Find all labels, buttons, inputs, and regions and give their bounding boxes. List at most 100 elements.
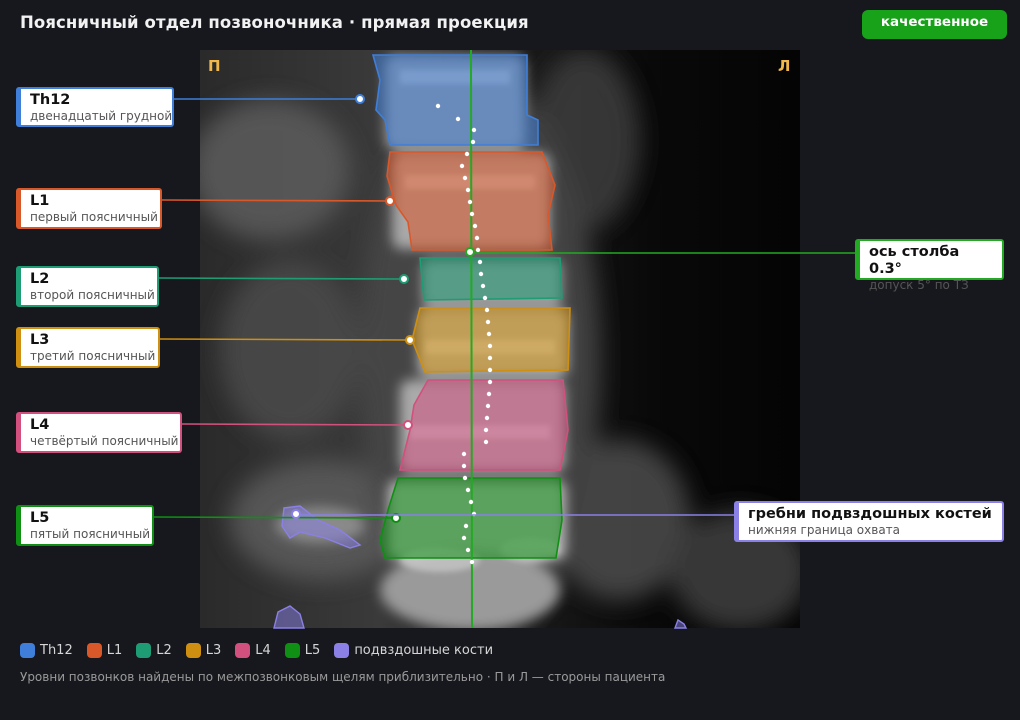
centerline-dot <box>462 475 468 481</box>
callout-l1[interactable]: L1 первый поясничный <box>16 188 162 229</box>
centerline-dot <box>465 547 471 553</box>
centerline-dot <box>486 391 492 397</box>
anchor-dot-l3[interactable] <box>405 335 415 345</box>
callout-th12-title: Th12 <box>30 92 71 108</box>
callout-l4-subtitle: четвёртый поясничный <box>30 434 179 448</box>
legend-item: L2 <box>136 643 172 658</box>
callout-l3-subtitle: третий поясничный <box>30 349 156 363</box>
anchor-dot-th12[interactable] <box>355 94 365 104</box>
legend-swatch <box>334 643 350 658</box>
legend-label: L3 <box>205 643 222 658</box>
centerline-dot <box>461 463 467 469</box>
centerline-dot <box>461 535 467 541</box>
centerline-dot <box>469 559 475 565</box>
callout-l1-title: L1 <box>30 193 50 209</box>
centerline-dot <box>487 355 493 361</box>
legend-item: L5 <box>284 643 321 658</box>
centerline-dot <box>462 175 468 181</box>
centerline-dot <box>486 331 492 337</box>
callout-th12[interactable]: Th12 двенадцатый грудной <box>16 87 174 127</box>
leader-line-l5 <box>153 516 397 519</box>
legend-swatch <box>235 643 251 658</box>
anchor-dot-ilium[interactable] <box>291 509 301 519</box>
leader-line-l4 <box>181 423 409 426</box>
centerline-dot <box>464 151 470 157</box>
callout-l4-title: L4 <box>30 417 50 433</box>
segment-ilium-3[interactable] <box>673 618 688 629</box>
anchor-dot-l4[interactable] <box>403 420 413 430</box>
legend-swatch <box>20 643 35 658</box>
legend-label: подвздошные кости <box>354 643 494 658</box>
centerline-dot <box>485 319 491 325</box>
legend-swatch <box>86 643 102 658</box>
callout-ilium[interactable]: гребни подвздошных костей нижняя граница … <box>734 501 1004 542</box>
legend-label: Th12 <box>40 643 73 658</box>
callout-axis-subtitle: допуск 5° по ТЗ <box>869 278 969 292</box>
leader-line-l1 <box>161 199 391 202</box>
segment-th12[interactable] <box>371 54 539 146</box>
legend-label: L2 <box>156 643 172 658</box>
legend-item: L3 <box>185 643 222 658</box>
leader-line-l3 <box>159 338 411 341</box>
legend-swatch <box>136 643 152 658</box>
segment-l3[interactable] <box>411 307 571 373</box>
callout-l2-subtitle: второй поясничный <box>30 288 155 302</box>
anchor-dot-l1[interactable] <box>385 196 395 206</box>
centerline-dot <box>483 439 489 445</box>
centerline-dot <box>484 307 490 313</box>
legend-item: L4 <box>235 643 271 658</box>
centerline-dot <box>463 523 469 529</box>
centerline-dot <box>467 199 473 205</box>
centerline-dot <box>472 223 478 229</box>
centerline-dot <box>478 271 484 277</box>
centerline-dot <box>475 247 481 253</box>
centerline-dot <box>483 427 489 433</box>
footnote: Уровни позвонков найдены по межпозвонков… <box>20 670 666 684</box>
legend-label: L5 <box>304 643 321 658</box>
legend-label: L1 <box>106 643 123 658</box>
callout-axis-title: ось столба 0.3° <box>869 244 960 277</box>
centerline-dot <box>465 187 471 193</box>
callout-l2-title: L2 <box>30 271 50 287</box>
callout-l1-subtitle: первый поясничный <box>30 210 158 224</box>
centerline-dot <box>465 487 471 493</box>
legend-swatch <box>185 643 201 658</box>
legend-item: Th12 <box>20 643 73 658</box>
callout-l2[interactable]: L2 второй поясничный <box>16 266 159 307</box>
centerline-dot <box>470 139 476 145</box>
centerline-dot <box>485 403 491 409</box>
centerline-dot <box>487 367 493 373</box>
callout-th12-subtitle: двенадцатый грудной <box>30 109 173 123</box>
callout-l3-title: L3 <box>30 332 50 348</box>
callout-l5-title: L5 <box>30 510 50 526</box>
centerline-dot <box>468 499 474 505</box>
centerline-dot <box>487 379 493 385</box>
segment-l2[interactable] <box>419 257 563 301</box>
anchor-dot-axis[interactable] <box>465 247 475 257</box>
centerline-dot <box>487 343 493 349</box>
leader-line-l2 <box>158 277 405 280</box>
anchor-dot-l2[interactable] <box>399 274 409 284</box>
centerline-dot <box>471 127 477 133</box>
callout-l5-subtitle: пятый поясничный <box>30 527 150 541</box>
centerline-dot <box>459 163 465 169</box>
centerline-dot <box>461 451 467 457</box>
callout-l4[interactable]: L4 четвёртый поясничный <box>16 412 182 453</box>
centerline-dot <box>482 295 488 301</box>
legend: Th12 L1 L2 L3 L4 L5 подвздошные кости <box>20 643 507 658</box>
centerline-dot <box>455 116 461 122</box>
centerline-dot <box>477 259 483 265</box>
callout-ilium-subtitle: нижняя граница охвата <box>748 523 901 537</box>
segment-ilium-2[interactable] <box>273 605 305 629</box>
centerline-dot <box>480 283 486 289</box>
legend-swatch <box>284 643 300 658</box>
callout-ilium-title: гребни подвздошных костей <box>748 506 992 522</box>
legend-item: L1 <box>86 643 123 658</box>
centerline-dot <box>484 415 490 421</box>
centerline-dot <box>435 103 441 109</box>
callout-axis[interactable]: ось столба 0.3° допуск 5° по ТЗ <box>855 239 1004 292</box>
legend-label: L4 <box>255 643 271 658</box>
segment-l4[interactable] <box>398 379 569 471</box>
callout-l3[interactable]: L3 третий поясничный <box>16 327 160 368</box>
callout-l5[interactable]: L5 пятый поясничный <box>16 505 154 546</box>
